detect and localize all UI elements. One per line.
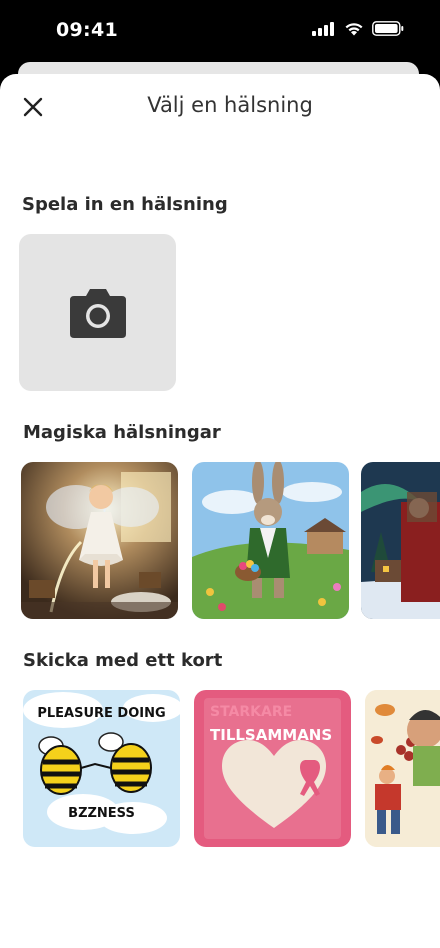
status-icons: [312, 21, 404, 36]
winter-illustration: [361, 462, 440, 619]
signal-icon: [312, 21, 334, 36]
magic-greetings-row: [0, 462, 440, 622]
status-bar: 09:41: [0, 0, 440, 62]
magic-greeting-winter[interactable]: [361, 462, 440, 619]
record-greeting-button[interactable]: [19, 234, 176, 391]
heart-card-line1: STARKARE: [210, 704, 293, 720]
cards-section-title: Skicka med ett kort: [23, 650, 223, 671]
bees-card-line2: BZZNESS: [68, 806, 135, 821]
bunny-illustration: [192, 462, 349, 619]
record-section-title: Spela in en hälsning: [22, 194, 228, 215]
status-time: 09:41: [56, 19, 118, 41]
battery-icon: [372, 21, 404, 36]
autumn-illustration: [365, 690, 440, 847]
card-autumn[interactable]: [365, 690, 440, 847]
bees-card-line1: PLEASURE DOING: [37, 706, 166, 721]
heart-card-line2: TILLSAMMANS: [210, 726, 333, 744]
wifi-icon: [345, 22, 363, 35]
card-heart[interactable]: STARKARE TILLSAMMANS: [194, 690, 351, 847]
card-bees[interactable]: PLEASURE DOING BZZNESS: [23, 690, 180, 847]
greeting-picker-sheet: Välj en hälsning Spela in en hälsning Ma…: [0, 74, 440, 948]
cards-row: PLEASURE DOING BZZNESS STARKARE TILLSAMM…: [0, 690, 440, 850]
camera-icon: [69, 288, 126, 338]
sheet-title: Välj en hälsning: [147, 93, 313, 117]
magic-section-title: Magiska hälsningar: [23, 422, 221, 443]
fairy-illustration: [21, 462, 178, 619]
magic-greeting-fairy[interactable]: [21, 462, 178, 619]
magic-greeting-bunny[interactable]: [192, 462, 349, 619]
